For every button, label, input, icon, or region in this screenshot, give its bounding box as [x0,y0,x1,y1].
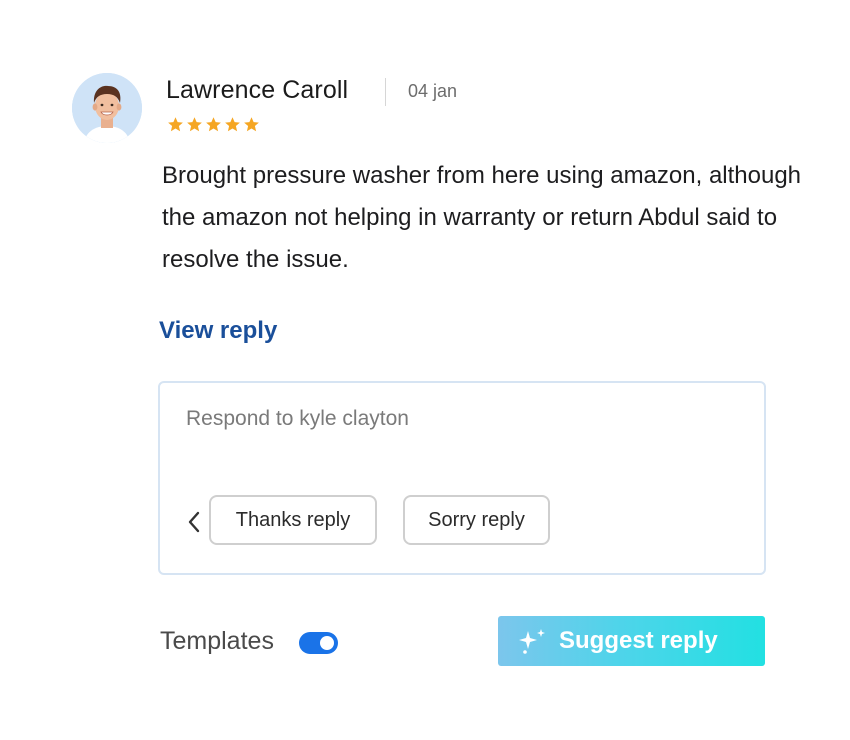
star-icon [225,117,240,132]
reply-box: Thanks reply Sorry reply [158,381,766,575]
star-icon [244,117,259,132]
suggest-reply-button[interactable]: Suggest reply [498,616,765,666]
review-date: 04 jan [408,81,458,101]
star-icon [168,117,183,132]
reply-input[interactable] [186,407,726,431]
suggest-reply-label: Suggest reply [559,627,718,654]
avatar [72,73,142,143]
reviewer-name: Lawrence Caroll [166,76,349,104]
view-reply-link[interactable]: View reply [159,317,277,345]
review-text: Brought pressure washer from here using … [162,162,802,273]
chevron-left-icon[interactable] [186,510,202,534]
star-rating [167,116,260,133]
header-divider [385,78,386,106]
templates-label: Templates [160,627,274,655]
sparkle-icon [519,629,545,654]
templates-toggle[interactable] [299,632,338,654]
toggle-knob [320,636,334,650]
sorry-reply-chip[interactable]: Sorry reply [403,495,550,545]
star-icon [187,117,202,132]
thanks-reply-chip[interactable]: Thanks reply [209,495,377,545]
star-icon [206,117,221,132]
avatar-illustration [72,73,142,143]
